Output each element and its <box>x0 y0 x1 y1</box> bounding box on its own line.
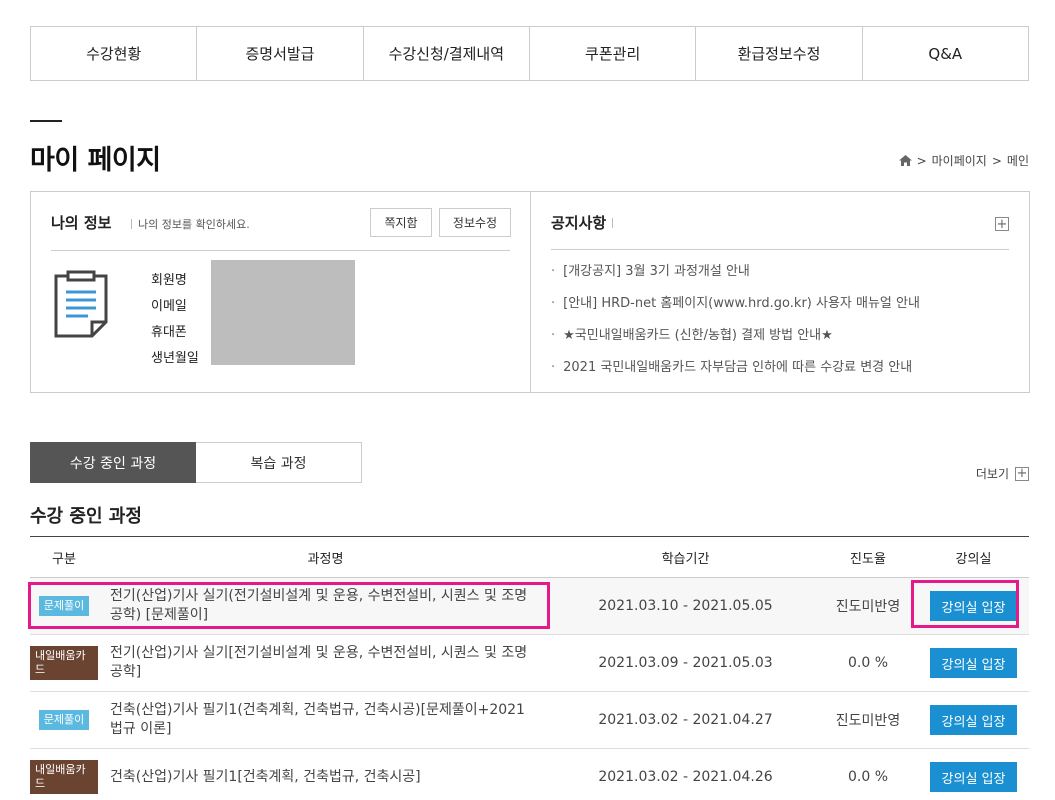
progress-rate: 진도미반영 <box>835 713 901 729</box>
top-navigation: 수강현황 증명서발급 수강신청/결제내역 쿠폰관리 환급정보수정 Q&A <box>30 26 1029 81</box>
course-tabs: 수강 중인 과정 복습 과정 <box>30 442 362 483</box>
title-accent-bar <box>30 120 62 122</box>
label-phone: 휴대폰 <box>151 325 187 340</box>
header-type: 구분 <box>52 551 76 567</box>
nav-enrollment-status[interactable]: 수강현황 <box>31 27 198 80</box>
nav-payment-history[interactable]: 수강신청/결제내역 <box>364 27 530 80</box>
divider <box>551 249 1009 250</box>
course-name[interactable]: 건축(산업)기사 필기1[건축계획, 건축법규, 건축시공] <box>98 768 553 787</box>
divider <box>51 250 510 251</box>
study-period: 2021.03.02 - 2021.04.26 <box>598 769 773 785</box>
table-row: 문제풀이 전기(산업)기사 실기(전기설비설계 및 운용, 수변전설비, 시퀀스… <box>30 578 1029 635</box>
more-label: 더보기 <box>975 467 1009 481</box>
info-panel: 나의 정보 나의 정보를 확인하세요. 쪽지함 정보수정 회원명 이메일 휴대폰… <box>30 191 1030 393</box>
redacted-info <box>211 260 355 365</box>
header-classroom: 강의실 <box>955 551 992 567</box>
breadcrumb-mypage[interactable]: 마이페이지 <box>932 152 987 169</box>
notice-list: [개강공지] 3월 3기 과정개설 안내 [안내] HRD-net 홈페이지(w… <box>551 262 920 390</box>
plus-icon: + <box>1015 466 1029 481</box>
type-badge: 내일배움카드 <box>30 646 98 680</box>
label-email: 이메일 <box>151 299 187 314</box>
label-birthdate: 생년월일 <box>151 351 199 366</box>
notice-item[interactable]: ★국민내일배움카드 (신한/농협) 결제 방법 안내★ <box>551 326 920 358</box>
label-member-name: 회원명 <box>151 273 187 288</box>
notice-section: 공지사항 + [개강공지] 3월 3기 과정개설 안내 [안내] HRD-net… <box>531 192 1029 392</box>
notice-more-plus-icon[interactable]: + <box>995 217 1009 231</box>
chevron-right-icon: > <box>916 153 927 168</box>
home-icon[interactable] <box>898 155 912 166</box>
nav-refund-info[interactable]: 환급정보수정 <box>696 27 863 80</box>
nav-coupons[interactable]: 쿠폰관리 <box>530 27 697 80</box>
progress-rate: 진도미반영 <box>835 599 901 615</box>
page-title: 마이 페이지 <box>30 145 161 176</box>
study-period: 2021.03.09 - 2021.05.03 <box>598 655 773 671</box>
enter-classroom-button[interactable]: 강의실 입장 <box>930 705 1017 735</box>
header-period: 학습기간 <box>661 551 710 567</box>
course-name[interactable]: 건축(산업)기사 필기1(건축계획, 건축법규, 건축시공)[문제풀이+2021… <box>98 701 553 739</box>
tab-review-courses[interactable]: 복습 과정 <box>196 442 362 483</box>
notice-item[interactable]: 2021 국민내일배움카드 자부담금 인하에 따른 수강료 변경 안내 <box>551 358 920 390</box>
notice-item[interactable]: [안내] HRD-net 홈페이지(www.hrd.go.kr) 사용자 매뉴얼… <box>551 294 920 326</box>
table-header: 구분 과정명 학습기간 진도율 강의실 <box>30 537 1029 578</box>
header-progress: 진도율 <box>850 551 886 567</box>
type-badge: 문제풀이 <box>38 596 90 616</box>
course-name[interactable]: 전기(산업)기사 실기[전기설비설계 및 운용, 수변전설비, 시퀀스 및 조명… <box>98 644 553 682</box>
enter-classroom-button[interactable]: 강의실 입장 <box>930 762 1017 792</box>
type-badge: 문제풀이 <box>38 710 90 730</box>
chevron-right-icon: > <box>991 153 1002 168</box>
info-labels: 회원명 이메일 휴대폰 생년월일 <box>151 269 199 366</box>
my-info-section: 나의 정보 나의 정보를 확인하세요. 쪽지함 정보수정 회원명 이메일 휴대폰… <box>31 192 531 392</box>
notice-title: 공지사항 <box>551 212 613 233</box>
nav-qna[interactable]: Q&A <box>863 27 1028 80</box>
breadcrumb: > 마이페이지 > 메인 <box>898 152 1029 169</box>
progress-rate: 0.0 % <box>847 655 889 671</box>
document-icon <box>53 270 109 344</box>
enter-classroom-button[interactable]: 강의실 입장 <box>930 648 1017 678</box>
table-row: 내일배움카드 전기(산업)기사 실기[전기설비설계 및 운용, 수변전설비, 시… <box>30 635 1029 692</box>
table-row: 내일배움카드 건축(산업)기사 필기1[건축계획, 건축법규, 건축시공] 20… <box>30 749 1029 800</box>
course-name[interactable]: 전기(산업)기사 실기(전기설비설계 및 운용, 수변전설비, 시퀀스 및 조명… <box>98 587 553 625</box>
tab-current-courses[interactable]: 수강 중인 과정 <box>30 442 196 483</box>
message-box-button[interactable]: 쪽지함 <box>370 208 432 237</box>
enter-classroom-button[interactable]: 강의실 입장 <box>930 591 1017 621</box>
type-badge: 내일배움카드 <box>30 760 98 794</box>
notice-item[interactable]: [개강공지] 3월 3기 과정개설 안내 <box>551 262 920 294</box>
nav-certificates[interactable]: 증명서발급 <box>197 27 364 80</box>
section-title: 수강 중인 과정 <box>30 506 142 527</box>
study-period: 2021.03.10 - 2021.05.05 <box>598 598 773 614</box>
more-link[interactable]: 더보기 + <box>976 465 1029 482</box>
breadcrumb-main: 메인 <box>1006 154 1029 168</box>
course-table: 구분 과정명 학습기간 진도율 강의실 문제풀이 전기(산업)기사 실기(전기설… <box>30 536 1029 800</box>
edit-info-button[interactable]: 정보수정 <box>439 208 511 237</box>
my-info-subtitle: 나의 정보를 확인하세요. <box>131 216 250 232</box>
table-row: 문제풀이 건축(산업)기사 필기1(건축계획, 건축법규, 건축시공)[문제풀이… <box>30 692 1029 749</box>
my-info-title: 나의 정보 <box>51 214 112 232</box>
header-course: 과정명 <box>307 551 344 567</box>
progress-rate: 0.0 % <box>847 769 889 785</box>
study-period: 2021.03.02 - 2021.04.27 <box>598 712 773 728</box>
